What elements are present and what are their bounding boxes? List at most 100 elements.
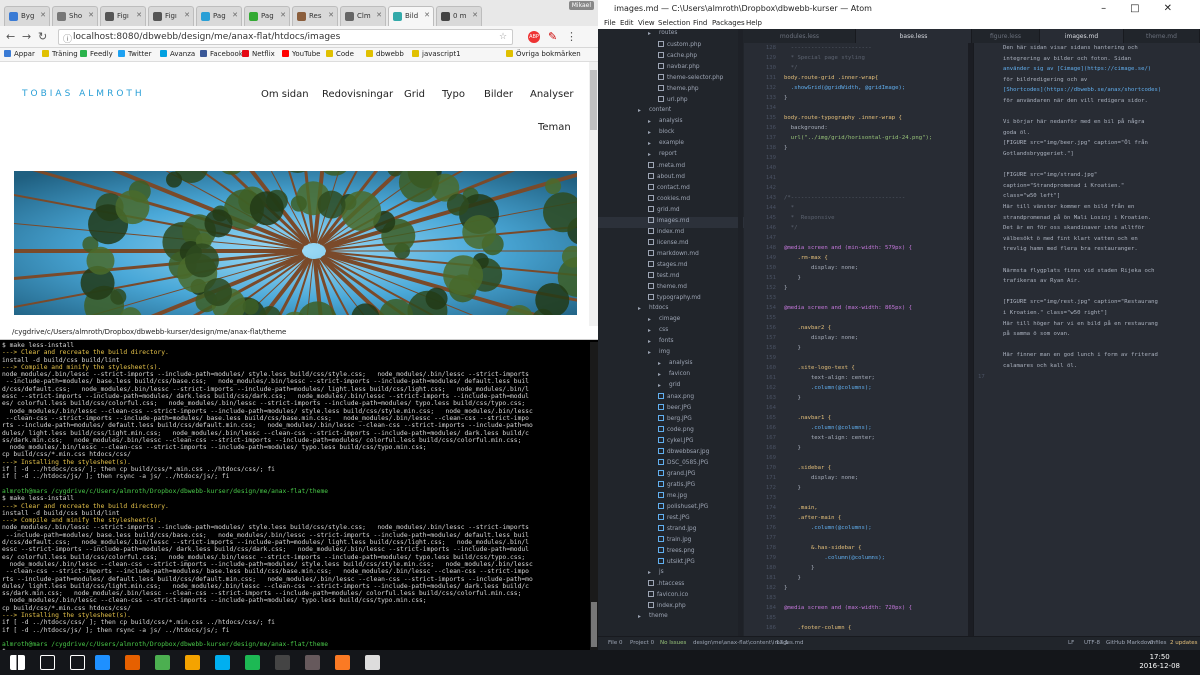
browser-tab[interactable]: Figı ✕ (148, 6, 194, 26)
tree-item[interactable]: stages.md (648, 261, 687, 272)
tree-item[interactable]: code.png (658, 426, 694, 437)
status-grammar[interactable]: GitHub Markdown (1106, 640, 1155, 646)
code-editor-images-md[interactable]: Den här sidan visar sidans hantering och… (973, 43, 1200, 636)
browser-tab[interactable]: Byg ✕ (4, 6, 50, 26)
search-icon[interactable] (40, 655, 55, 670)
tree-item[interactable]: cykel.JPG (658, 437, 694, 448)
browser-tab[interactable]: Pag ✕ (196, 6, 242, 26)
tab-close-icon[interactable]: ✕ (472, 11, 478, 19)
site-logo[interactable]: TOBIAS ALMROTH (22, 89, 145, 99)
editor-tab[interactable]: base.less (856, 29, 972, 43)
tree-item[interactable]: test.md (648, 272, 679, 283)
atom-menu-file[interactable]: File (604, 19, 616, 27)
status-files[interactable]: 0 files (1150, 640, 1167, 646)
tab-close-icon[interactable]: ✕ (424, 11, 430, 19)
bookmark-item[interactable]: javascript1 (412, 50, 461, 58)
status-issues[interactable]: No Issues (660, 640, 686, 646)
status-cursor-position[interactable]: 17:1 (776, 640, 788, 646)
tree-item[interactable]: images.md (598, 217, 744, 228)
tree-item[interactable]: ▸ theme (638, 613, 668, 624)
tree-item[interactable]: grand.JPG (658, 470, 696, 481)
tree-item[interactable]: ▸ fonts (648, 338, 674, 349)
spotify-icon[interactable] (245, 655, 260, 670)
tree-item[interactable]: cache.php (658, 52, 697, 63)
tree-item[interactable]: theme.md (648, 283, 687, 294)
tree-item[interactable]: index.md (648, 228, 684, 239)
menu-grid[interactable]: Grid (404, 89, 425, 100)
status-project[interactable]: Project 0 (630, 640, 654, 646)
firefox-icon[interactable] (125, 655, 140, 670)
tree-item[interactable]: favicon.ico (648, 591, 688, 602)
tree-item[interactable]: ▸ img (648, 349, 670, 360)
tree-item[interactable]: custom.php (658, 41, 701, 52)
tree-item[interactable]: ▸ content (638, 107, 671, 118)
atom-menu-view[interactable]: View (638, 19, 655, 27)
bookmark-item[interactable]: YouTube (282, 50, 320, 58)
tree-item[interactable]: ▸ grid (658, 382, 680, 393)
tree-item[interactable]: grid.md (648, 206, 680, 217)
tree-item[interactable]: navbar.php (658, 63, 700, 74)
editor-tab[interactable]: images.md (1040, 29, 1124, 43)
tab-close-icon[interactable]: ✕ (136, 11, 142, 19)
bookmark-item[interactable]: Twitter (118, 50, 151, 58)
terminal-scrollbar[interactable] (590, 342, 598, 650)
tree-item[interactable]: theme-selector.php (658, 74, 723, 85)
skype-icon[interactable] (215, 655, 230, 670)
tree-item[interactable]: ▸ favicon (658, 371, 690, 382)
tab-close-icon[interactable]: ✕ (88, 11, 94, 19)
atom-menu-edit[interactable]: Edit (620, 19, 634, 27)
tree-item[interactable]: rest.JPG (658, 514, 690, 525)
tree-item[interactable]: polishuset.JPG (658, 503, 708, 514)
adblock-icon[interactable]: ABP (528, 31, 540, 43)
tree-item[interactable]: ▸ js (648, 569, 664, 580)
windows-icon[interactable] (10, 655, 25, 670)
tree-item[interactable]: berg.JPG (658, 415, 692, 426)
tree-item[interactable]: DSC_0585.JPG (658, 459, 708, 470)
browser-tab[interactable]: Sho ✕ (52, 6, 98, 26)
tree-item[interactable]: typography.md (648, 294, 701, 305)
tab-close-icon[interactable]: ✕ (280, 11, 286, 19)
photos-icon[interactable] (365, 655, 380, 670)
tree-item[interactable]: index.php (648, 602, 686, 613)
tree-item[interactable]: theme.php (658, 85, 699, 96)
code-editor-base-less[interactable]: 128 129 130 131 132 133 134 135 136 137 138 139 140 1… (744, 43, 968, 636)
task-view-icon[interactable] (70, 655, 85, 670)
tree-item[interactable]: beer.JPG (658, 404, 691, 415)
xampp-icon[interactable] (335, 655, 350, 670)
tree-item[interactable]: ▸ analysis (658, 360, 692, 371)
tree-item[interactable]: strand.jpg (658, 525, 696, 536)
browser-tab[interactable]: Clm ✕ (340, 6, 386, 26)
browser-tab[interactable]: Bild ✕ (388, 6, 434, 27)
tree-item[interactable]: gratis.JPG (658, 481, 695, 492)
menu-typo[interactable]: Typo (442, 89, 465, 100)
menu-icon[interactable]: ⋮ (566, 30, 577, 43)
bookmark-item[interactable]: Code (326, 50, 354, 58)
editor-tab[interactable]: figure.less (972, 29, 1040, 43)
tree-item[interactable]: ▸ block (648, 129, 674, 140)
system-clock[interactable]: 17:50 2016-12-08 (1139, 653, 1180, 671)
tree-item[interactable]: dbwebbsar.jpg (658, 448, 709, 459)
bookmark-item[interactable]: Övriga bokmärken (506, 50, 581, 58)
atom-icon[interactable] (305, 655, 320, 670)
bookmark-item[interactable]: Appar (4, 50, 35, 58)
bookmark-item[interactable]: Träning (42, 50, 78, 58)
menu-om-sidan[interactable]: Om sidan (261, 89, 309, 100)
status-eol[interactable]: LF (1068, 640, 1074, 646)
reload-icon[interactable]: ↻ (38, 30, 47, 43)
extension-icon[interactable]: ✎ (548, 30, 557, 43)
tree-item[interactable]: .meta.md (648, 162, 685, 173)
tree-item[interactable]: license.md (648, 239, 688, 250)
tab-close-icon[interactable]: ✕ (328, 11, 334, 19)
tree-item[interactable]: me.jpg (658, 492, 687, 503)
tree-item[interactable]: ▸ cimage (648, 316, 680, 327)
tree-item[interactable]: trees.png (658, 547, 695, 558)
menu-teman[interactable]: Teman (538, 122, 571, 133)
atom-menu-help[interactable]: Help (746, 19, 762, 27)
browser-tab[interactable]: Figı ✕ (100, 6, 146, 26)
atom-menu-selection[interactable]: Selection (658, 19, 690, 27)
tree-item[interactable]: markdown.md (648, 250, 699, 261)
tree-item[interactable]: contact.md (648, 184, 690, 195)
tree-item[interactable]: train.jpg (658, 536, 691, 547)
tree-item[interactable]: ▸ analysis (648, 118, 682, 129)
tree-item[interactable]: utsikt.JPG (658, 558, 695, 569)
